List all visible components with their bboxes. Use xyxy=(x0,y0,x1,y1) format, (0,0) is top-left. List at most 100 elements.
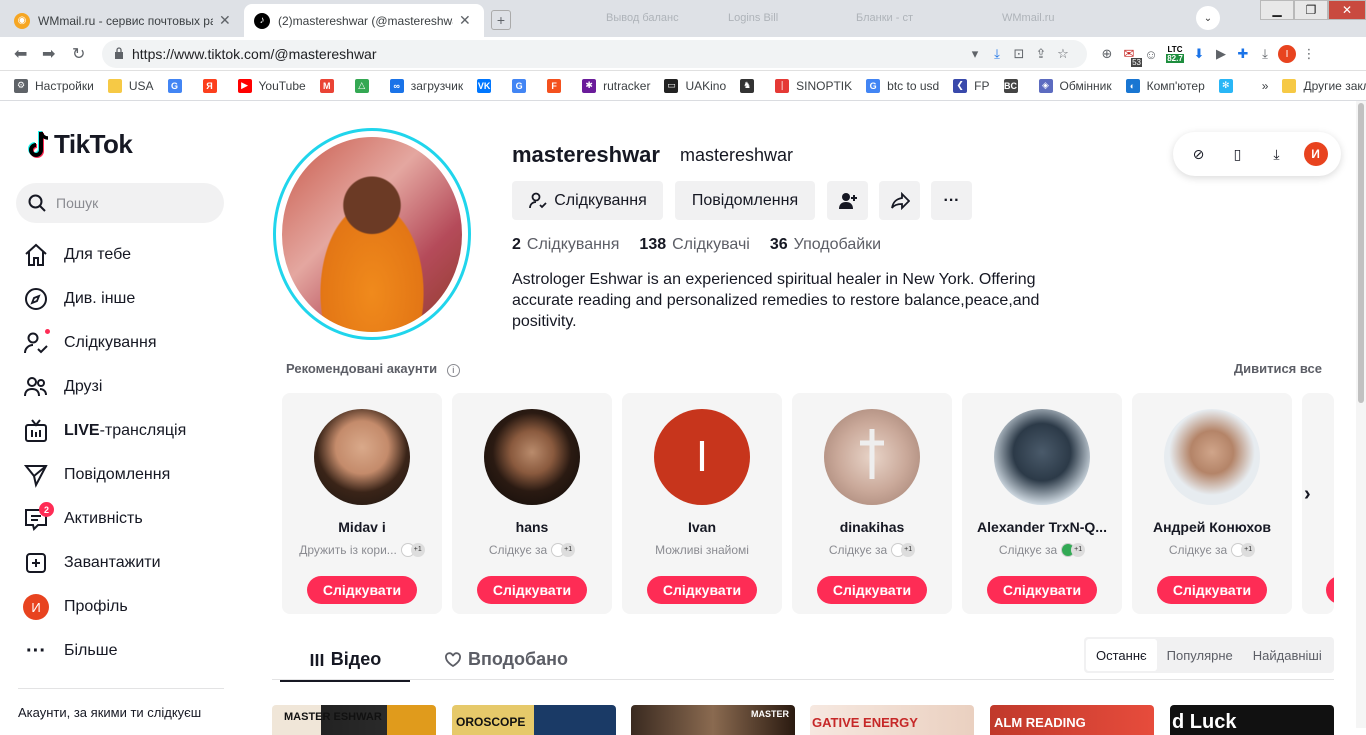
bookmarks-overflow[interactable]: » xyxy=(1262,79,1269,93)
phone-icon[interactable]: ▯ xyxy=(1226,142,1250,166)
address-bar[interactable]: https://www.tiktok.com/@mastereshwar xyxy=(102,40,1087,68)
back-arrow-icon[interactable]: ⬅ xyxy=(14,44,27,64)
share-button[interactable] xyxy=(879,181,920,220)
dropdown-icon[interactable]: ▾ xyxy=(964,43,986,65)
nav-more[interactable]: ··· Більше xyxy=(22,636,117,666)
recommended-card[interactable]: I Ivan Можливі знайомі Слідкувати xyxy=(622,393,782,614)
nav-explore[interactable]: Див. інше xyxy=(22,284,135,314)
video-thumbnail[interactable]: OROSCOPE xyxy=(452,705,616,735)
bookmark-other[interactable]: Другие закладки xyxy=(1282,78,1366,93)
profile-avatar-ring[interactable] xyxy=(273,128,471,340)
nav-live[interactable]: LIVE-трансляція xyxy=(22,416,186,446)
see-all-link[interactable]: Дивитися все xyxy=(1234,361,1322,376)
profile-avatar[interactable]: I xyxy=(1276,43,1298,65)
bookmark-chess[interactable]: ♞ xyxy=(740,78,761,93)
bookmark-exchanger[interactable]: ◈ Обмінник xyxy=(1038,78,1112,93)
add-friend-button[interactable] xyxy=(827,181,868,220)
bookmark-bc[interactable]: BC xyxy=(1003,78,1025,93)
follow-button[interactable]: Слідкувати xyxy=(817,576,927,604)
nav-following[interactable]: Слідкування xyxy=(22,328,157,358)
nav-upload[interactable]: Завантажити xyxy=(22,548,161,578)
nav-profile[interactable]: И Профіль xyxy=(22,592,128,622)
recommended-card[interactable]: dinakihas Слідкує за +1 Слідкувати xyxy=(792,393,952,614)
share-icon[interactable]: ⇪ xyxy=(1030,43,1052,65)
sort-latest[interactable]: Останнє xyxy=(1086,639,1157,671)
background-tab[interactable]: Бланки - ст xyxy=(856,12,913,24)
bookmark-star-icon[interactable]: ☆ xyxy=(1052,43,1074,65)
video-thumbnail[interactable]: MASTER ESHWAR xyxy=(272,705,436,735)
globe-icon[interactable]: ⊕ xyxy=(1096,43,1118,65)
bookmark-yandex[interactable]: Я xyxy=(202,78,224,93)
bookmark-youtube[interactable]: ▶ YouTube xyxy=(237,78,306,93)
bookmark-settings[interactable]: ⚙ Настройки xyxy=(14,78,94,93)
reload-icon[interactable]: ↻ xyxy=(72,44,85,64)
recommended-card[interactable]: hans Слідкує за +1 Слідкувати xyxy=(452,393,612,614)
chevron-right-icon[interactable]: › xyxy=(1304,483,1311,506)
stat-followers[interactable]: 138 Слідкувачі xyxy=(639,236,749,254)
video-thumbnail[interactable]: GATIVE ENERGY xyxy=(810,705,974,735)
search-input[interactable]: Пошук xyxy=(16,183,224,223)
download-icon[interactable]: ⤓ xyxy=(1265,142,1289,166)
account-avatar[interactable]: И xyxy=(1303,142,1328,166)
tab-videos[interactable]: Відео xyxy=(280,649,410,682)
close-tab-icon[interactable]: ✕ xyxy=(459,12,471,29)
nav-activity[interactable]: 2 Активність xyxy=(22,502,143,534)
close-window-button[interactable]: ✕ xyxy=(1328,0,1366,20)
bookmark-drive[interactable]: △ xyxy=(354,78,376,93)
nav-messages[interactable]: Повідомлення xyxy=(22,460,170,490)
bookmark-google[interactable]: G xyxy=(167,78,189,93)
menu-icon[interactable]: ⋮ xyxy=(1298,43,1320,65)
nav-friends[interactable]: Друзі xyxy=(22,372,102,402)
bookmark-usa[interactable]: USA xyxy=(107,78,154,93)
face-extension-icon[interactable]: ☺ xyxy=(1140,43,1162,65)
downloads-icon[interactable]: ⤓ xyxy=(1254,43,1276,65)
bookmark-translate[interactable]: G xyxy=(512,78,533,93)
message-button[interactable]: Повідомлення xyxy=(675,181,815,220)
bookmark-sinoptik[interactable]: ❘ SINOPTIK xyxy=(775,78,852,93)
bookmark-downloader[interactable]: ∞ загрузчик xyxy=(389,78,463,93)
follow-button[interactable]: Слідкувати xyxy=(1157,576,1267,604)
download-icon[interactable]: ⤓ xyxy=(986,43,1008,65)
forward-arrow-icon[interactable]: ➡ xyxy=(42,44,55,64)
bookmark-vk[interactable]: VK xyxy=(477,78,498,93)
recommended-card[interactable]: Alexander TrxN-Q... Слідкує за +1 Слідкув… xyxy=(962,393,1122,614)
puzzle-extensions-icon[interactable]: ✚ xyxy=(1232,43,1254,65)
stat-following[interactable]: 2 Слідкування xyxy=(512,236,619,254)
browser-tab-wmmail[interactable]: ◉ WMmail.ru - сервис почтовых рассылок ✕ xyxy=(4,4,242,37)
bookmark-f[interactable]: F xyxy=(547,78,568,93)
scrollbar-thumb[interactable] xyxy=(1358,103,1364,403)
recommended-card[interactable]: Андрей Конюхов Слідкує за +1 Слідкувати xyxy=(1132,393,1292,614)
more-options-button[interactable]: ··· xyxy=(931,181,972,220)
close-tab-icon[interactable]: ✕ xyxy=(219,12,231,29)
bookmark-uakino[interactable]: ▭ UAKino xyxy=(664,78,726,93)
follow-button[interactable]: Слідкувати xyxy=(477,576,587,604)
bookmark-btc[interactable]: Gbtc to usd xyxy=(866,78,939,93)
follow-button[interactable]: Слідкувати xyxy=(647,576,757,604)
tab-liked[interactable]: Вподобано xyxy=(444,649,568,670)
bookmark-computer[interactable]: ◐ Комп'ютер xyxy=(1125,78,1205,93)
following-button[interactable]: Слідкування xyxy=(512,181,663,220)
follow-button[interactable]: Слідкувати xyxy=(307,576,417,604)
recommended-card[interactable]: Midav i Дружить із кори... +1 Слідкувати xyxy=(282,393,442,614)
follow-button[interactable]: Слідкувати xyxy=(987,576,1097,604)
video-thumbnail[interactable]: ALM READING xyxy=(990,705,1154,735)
bookmark-fp[interactable]: ❮ FP xyxy=(953,78,990,93)
downloader-extension-icon[interactable]: ⬇ xyxy=(1188,43,1210,65)
minimize-button[interactable]: ▁ xyxy=(1260,0,1294,20)
install-icon[interactable]: ⊡ xyxy=(1008,43,1030,65)
page-scrollbar[interactable] xyxy=(1356,101,1366,728)
sort-oldest[interactable]: Найдавніші xyxy=(1243,639,1332,671)
mail-extension-icon[interactable]: ✉ 53 xyxy=(1118,43,1142,67)
sort-popular[interactable]: Популярне xyxy=(1157,639,1243,671)
new-tab-button[interactable]: + xyxy=(491,10,511,30)
browser-tab-tiktok[interactable]: ♪ (2)mastereshwar (@mastereshwar) | TikT… xyxy=(244,4,484,37)
background-tab[interactable]: Logins Bill xyxy=(728,12,778,24)
video-thumbnail[interactable]: d Luck xyxy=(1170,705,1334,735)
compass-circle-icon[interactable]: ⊘ xyxy=(1187,142,1211,166)
video-thumbnail[interactable]: MASTER xyxy=(631,705,795,735)
nav-for-you[interactable]: Для тебе xyxy=(22,240,131,270)
ltc-extension-icon[interactable]: LTC 82.7 xyxy=(1162,43,1188,65)
maximize-button[interactable]: ❐ xyxy=(1294,0,1328,20)
terminal-extension-icon[interactable]: ▶ xyxy=(1210,43,1232,65)
tiktok-logo[interactable]: TikTok xyxy=(24,129,133,160)
